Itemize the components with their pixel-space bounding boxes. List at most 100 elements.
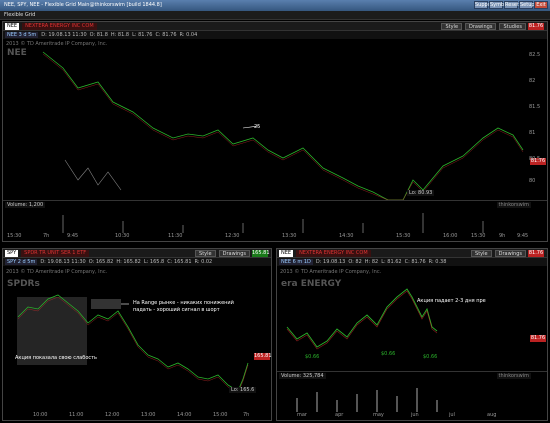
right-volume-bars: [296, 388, 438, 412]
window-title: NEE, SPY, NEE - Flexible Grid Main@think…: [4, 2, 162, 8]
top-quote-bar: NEE 3 d 5m D: 19.08.13 11:30 O: 81.8 H: …: [3, 31, 547, 39]
right-quote-range: R: 0.38: [428, 259, 447, 265]
right-quote-close: C: 81.76: [404, 259, 426, 265]
menu-bar: Flexible Grid: [0, 11, 550, 20]
right-chart-toolbar: NEE NEXTERA ENERGY INC COM Style Drawing…: [277, 249, 547, 258]
right-annotation: Акция падает 2-3 дня пре: [417, 298, 486, 304]
window-titlebar: NEE, SPY, NEE - Flexible Grid Main@think…: [0, 0, 550, 11]
top-x-tick: 9:45: [517, 233, 529, 239]
top-y-tick: 80.5: [529, 156, 541, 162]
top-quote-date: D: 19.08.13 11:30: [41, 32, 87, 38]
top-company-name: NEXTERA ENERGY INC COM: [22, 22, 97, 30]
top-studies-button[interactable]: Studies: [499, 22, 526, 30]
top-y-tick: 82.5: [529, 52, 541, 58]
top-x-tick: 7h: [43, 233, 50, 239]
right-x-tick: jun: [411, 412, 419, 418]
right-volume-tag: thinkorswim: [496, 373, 531, 379]
left-x-tick: 7h: [243, 412, 250, 418]
top-x-tick: 15:30: [7, 233, 22, 239]
top-x-tick: 15:30: [396, 233, 411, 239]
top-volume-pane: Volume: 1,200 thinkorswim: [3, 200, 547, 233]
left-chart-panel: SPY SPDR TR UNIT SER 1 ETF Style Drawing…: [2, 248, 272, 421]
top-x-tick: 15:30: [471, 233, 486, 239]
left-quote-high: H: 165.82: [116, 259, 141, 265]
top-symbol-field[interactable]: NEE: [5, 22, 20, 30]
top-quote-range: R: 0.04: [179, 32, 198, 38]
right-company-name: NEXTERA ENERGY INC COM: [296, 249, 371, 257]
top-quote-high: H: 81.8: [110, 32, 130, 38]
right-price-line-shadow: [286, 290, 438, 350]
left-annotation-weakness: Акция показала свою слабость: [15, 355, 97, 361]
left-low-label: Lo: 165.6: [229, 387, 257, 393]
left-last-price: 165.81: [252, 249, 270, 257]
top-zigzag-drawing: [64, 159, 122, 191]
right-symbol-field[interactable]: NEE: [279, 249, 294, 257]
left-drawings-button[interactable]: Drawings: [218, 249, 250, 257]
left-x-tick: 15:00: [213, 412, 228, 418]
left-x-tick: 12:00: [105, 412, 120, 418]
top-quote-low: L: 81.76: [132, 32, 153, 38]
right-last-price: 81.76: [528, 249, 544, 257]
left-quote-bar: SPY 2 d 5m D: 19.08.13 11:30 O: 165.82 H…: [3, 258, 271, 266]
top-y-tick: 81.5: [529, 104, 541, 110]
top-x-tick: 14:30: [339, 233, 354, 239]
right-style-button[interactable]: Style: [471, 249, 492, 257]
top-low-label: Lo: 80.93: [407, 190, 435, 196]
top-x-tick: 9h: [499, 233, 506, 239]
top-quote-symbol: NEE 3 d 5m: [5, 32, 39, 38]
left-quote-symbol: SPY 2 d 5m: [5, 259, 38, 265]
left-symbol-field[interactable]: SPY: [5, 249, 19, 257]
top-price-line-shadow: [42, 53, 524, 200]
left-price-chart[interactable]: [3, 267, 257, 407]
top-style-button[interactable]: Style: [441, 22, 463, 30]
top-x-tick: 11:30: [168, 233, 183, 239]
right-event-label: $0.66: [381, 351, 396, 357]
top-price-chart[interactable]: [3, 40, 531, 200]
right-quote-date: D: 19.08.13: [315, 259, 346, 265]
right-volume-pane: Volume: 325,784 thinkorswim: [277, 371, 547, 412]
support-button[interactable]: Support: [474, 1, 495, 9]
top-drawings-button[interactable]: Drawings: [465, 22, 497, 30]
top-y-tick: 81: [529, 130, 536, 136]
left-annotation-range: На Range рынке - никаких понижений: [133, 300, 234, 306]
top-x-tick: 16:00: [443, 233, 458, 239]
right-quote-symbol: NEE 6 m 1D: [279, 259, 313, 265]
right-quote-open: O: 82: [348, 259, 362, 265]
right-volume-label: Volume: 325,784: [279, 373, 326, 379]
left-quote-range: R: 0.02: [194, 259, 213, 265]
left-x-tick: 11:00: [69, 412, 84, 418]
left-quote-low: L: 165.8: [143, 259, 165, 265]
left-quote-date: D: 19.08.13 11:30: [40, 259, 86, 265]
right-x-tick: mar: [297, 412, 307, 418]
top-price-line: [42, 51, 524, 200]
top-y-tick: 80: [529, 178, 536, 184]
left-x-tick: 14:00: [177, 412, 192, 418]
setup-button[interactable]: Setup: [519, 1, 535, 9]
right-quote-bar: NEE 6 m 1D D: 19.08.13 O: 82 H: 82 L: 81…: [277, 258, 547, 266]
top-y-tick: 82: [529, 78, 536, 84]
right-chart-panel: NEE NEXTERA ENERGY INC COM Style Drawing…: [276, 248, 548, 421]
left-quote-close: C: 165.81: [167, 259, 192, 265]
top-chart-toolbar: NEE NEXTERA ENERGY INC COM Style Drawing…: [3, 22, 547, 31]
top-quote-close: C: 81.76: [155, 32, 177, 38]
top-x-tick: 10:30: [115, 233, 130, 239]
right-price-tag: 81.76: [530, 335, 546, 342]
reset-button[interactable]: Reset: [504, 1, 519, 9]
top-chart-panel: NEE NEXTERA ENERGY INC COM Style Drawing…: [2, 21, 548, 242]
left-quote-open: O: 165.82: [88, 259, 114, 265]
left-annotation-short: падать - хороший сигнал в шорт: [133, 307, 220, 313]
right-x-tick: jul: [449, 412, 455, 418]
flexible-grid-menu[interactable]: Flexible Grid: [4, 12, 35, 18]
symbol-button[interactable]: Symbol: [489, 1, 509, 9]
left-style-button[interactable]: Style: [195, 249, 216, 257]
top-y-axis: 82.5 82 81.5 81 80.5 80: [529, 52, 545, 184]
left-company-name: SPDR TR UNIT SER 1 ETF: [21, 249, 90, 257]
top-x-axis: 15:30 7h 9:45 10:30 11:30 12:30 13:30 14…: [3, 233, 531, 240]
top-last-price: 81.76: [528, 22, 544, 30]
top-x-tick: 12:30: [225, 233, 240, 239]
top-marker-label: 25: [254, 124, 261, 130]
exit-button[interactable]: Exit: [534, 1, 548, 9]
right-drawings-button[interactable]: Drawings: [494, 249, 526, 257]
right-x-axis: mar apr may jun jul aug: [277, 412, 533, 419]
left-x-axis: 10:00 11:00 12:00 13:00 14:00 15:00 7h: [3, 412, 257, 419]
